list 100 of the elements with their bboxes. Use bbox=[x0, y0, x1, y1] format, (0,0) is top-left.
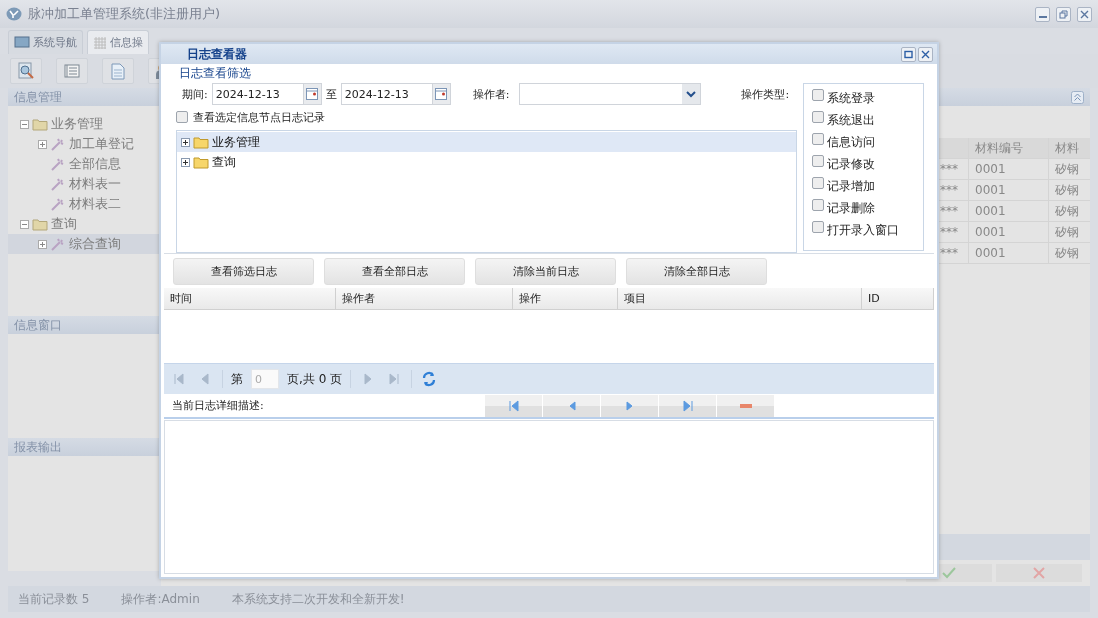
table-cell: 0001 bbox=[968, 180, 1048, 200]
table-cell: 0001 bbox=[968, 201, 1048, 221]
action-button[interactable]: 查看筛选日志 bbox=[173, 257, 314, 285]
table-cell: 矽钢 bbox=[1048, 201, 1090, 221]
table-cell: 0001 bbox=[968, 159, 1048, 179]
checkbox[interactable] bbox=[812, 111, 824, 123]
column-header: 时间 bbox=[164, 288, 336, 309]
search-button[interactable] bbox=[10, 58, 42, 84]
column-header: 材料 bbox=[1048, 138, 1090, 158]
checkbox[interactable] bbox=[812, 89, 824, 101]
expand-icon[interactable] bbox=[181, 157, 190, 167]
tree-label: 业务管理 bbox=[212, 133, 260, 151]
column-header: 操作者 bbox=[336, 288, 513, 309]
last-record-icon bbox=[681, 399, 694, 412]
end-date-field[interactable]: 2024-12-13 bbox=[340, 83, 451, 105]
refresh-icon bbox=[421, 371, 438, 387]
delete-record-button[interactable] bbox=[717, 394, 774, 417]
checkbox-label: 信息访问 bbox=[827, 133, 875, 151]
expand-icon[interactable] bbox=[181, 137, 190, 147]
tree-item[interactable]: 综合查询 bbox=[8, 234, 161, 254]
minus-icon bbox=[739, 403, 752, 408]
calendar-icon bbox=[306, 88, 319, 100]
section-title: 报表输出 bbox=[14, 438, 62, 456]
tree-item[interactable]: 业务管理 bbox=[8, 114, 161, 134]
restore-button[interactable] bbox=[1056, 6, 1071, 22]
wand-icon bbox=[50, 236, 66, 252]
folder-icon bbox=[32, 117, 48, 131]
column-header: 材料编号 bbox=[968, 138, 1048, 158]
monitor-icon bbox=[14, 36, 30, 49]
checkbox[interactable] bbox=[812, 177, 824, 189]
document-button[interactable] bbox=[102, 58, 134, 84]
tab[interactable]: 系统导航 bbox=[8, 30, 83, 54]
collapse-icon[interactable] bbox=[20, 219, 29, 229]
wand-icon bbox=[50, 176, 66, 192]
table-cell: 矽钢 bbox=[1048, 243, 1090, 263]
previous-record-button[interactable] bbox=[543, 394, 600, 417]
tab[interactable]: 信息操 bbox=[87, 30, 149, 54]
last-record-button[interactable] bbox=[659, 394, 716, 417]
action-button[interactable]: 清除当前日志 bbox=[475, 257, 616, 285]
start-date-field[interactable]: 2024-12-13 bbox=[211, 83, 322, 105]
previous-page-icon bbox=[199, 373, 211, 385]
tree-item[interactable]: 加工单登记 bbox=[8, 134, 161, 154]
page-input[interactable]: 0 bbox=[251, 369, 279, 389]
checkbox-label: 记录删除 bbox=[827, 199, 875, 217]
action-button[interactable]: 查看全部日志 bbox=[324, 257, 465, 285]
tree-label: 综合查询 bbox=[69, 235, 121, 253]
tree-label: 材料表二 bbox=[69, 195, 121, 213]
detail-label: 当前日志详细描述: bbox=[172, 398, 265, 413]
next-record-button[interactable] bbox=[601, 394, 658, 417]
cancel-button[interactable] bbox=[996, 564, 1082, 582]
action-button[interactable]: 清除全部日志 bbox=[626, 257, 767, 285]
status-text: 当前记录数 5 bbox=[18, 590, 90, 608]
checkbox[interactable] bbox=[812, 155, 824, 167]
column-header: 操作 bbox=[513, 288, 618, 309]
status-text: 本系统支持二次开发和全新开发! bbox=[231, 590, 405, 608]
collapse-icon[interactable] bbox=[20, 119, 29, 129]
grid-icon bbox=[93, 35, 107, 50]
column-header: 项目 bbox=[618, 288, 862, 309]
tree-item[interactable]: 材料表二 bbox=[8, 194, 161, 214]
operator-label: 操作者: bbox=[472, 86, 510, 102]
checkbox[interactable] bbox=[176, 111, 188, 123]
tree-item[interactable]: 查询 bbox=[177, 152, 796, 172]
tree-item[interactable]: 查询 bbox=[8, 214, 161, 234]
last-page-icon bbox=[388, 373, 401, 385]
table-cell: 矽钢 bbox=[1048, 159, 1090, 179]
check-icon bbox=[942, 567, 956, 579]
close-icon bbox=[921, 49, 930, 59]
collapse-icon[interactable] bbox=[1071, 90, 1084, 104]
page-total: 页,共 0 页 bbox=[287, 370, 343, 388]
table-cell: 矽钢 bbox=[1048, 180, 1090, 200]
minimize-button[interactable] bbox=[1035, 6, 1050, 22]
calendar-button[interactable] bbox=[431, 84, 450, 104]
search-icon bbox=[17, 62, 35, 80]
folder-icon bbox=[193, 155, 209, 169]
checkbox[interactable] bbox=[812, 133, 824, 145]
first-record-icon bbox=[507, 399, 520, 412]
close-button[interactable] bbox=[1077, 6, 1092, 22]
checkbox-label: 系统退出 bbox=[827, 111, 875, 129]
list-view-button[interactable] bbox=[56, 58, 88, 84]
checkbox[interactable] bbox=[812, 199, 824, 211]
calendar-button[interactable] bbox=[302, 84, 321, 104]
first-record-button[interactable] bbox=[485, 394, 542, 417]
tree-label: 业务管理 bbox=[51, 115, 103, 133]
close-button[interactable] bbox=[918, 46, 933, 62]
tree-item[interactable]: 全部信息 bbox=[8, 154, 161, 174]
checkbox[interactable] bbox=[812, 221, 824, 233]
cross-icon bbox=[1033, 567, 1045, 579]
maximize-button[interactable] bbox=[901, 46, 916, 62]
dropdown-button[interactable] bbox=[682, 84, 701, 104]
close-icon bbox=[1080, 9, 1089, 19]
checkbox-label: 系统登录 bbox=[827, 89, 875, 107]
restore-icon bbox=[1059, 9, 1068, 19]
checkbox-label: 记录增加 bbox=[827, 177, 875, 195]
tree-item[interactable]: 业务管理 bbox=[177, 132, 796, 152]
section-title: 信息窗口 bbox=[14, 316, 62, 334]
table-cell: 0001 bbox=[968, 243, 1048, 263]
checkbox-label: 记录修改 bbox=[827, 155, 875, 173]
maximize-icon bbox=[904, 49, 913, 59]
checkbox-label: 打开录入窗口 bbox=[827, 221, 899, 239]
folder-icon bbox=[32, 217, 48, 231]
